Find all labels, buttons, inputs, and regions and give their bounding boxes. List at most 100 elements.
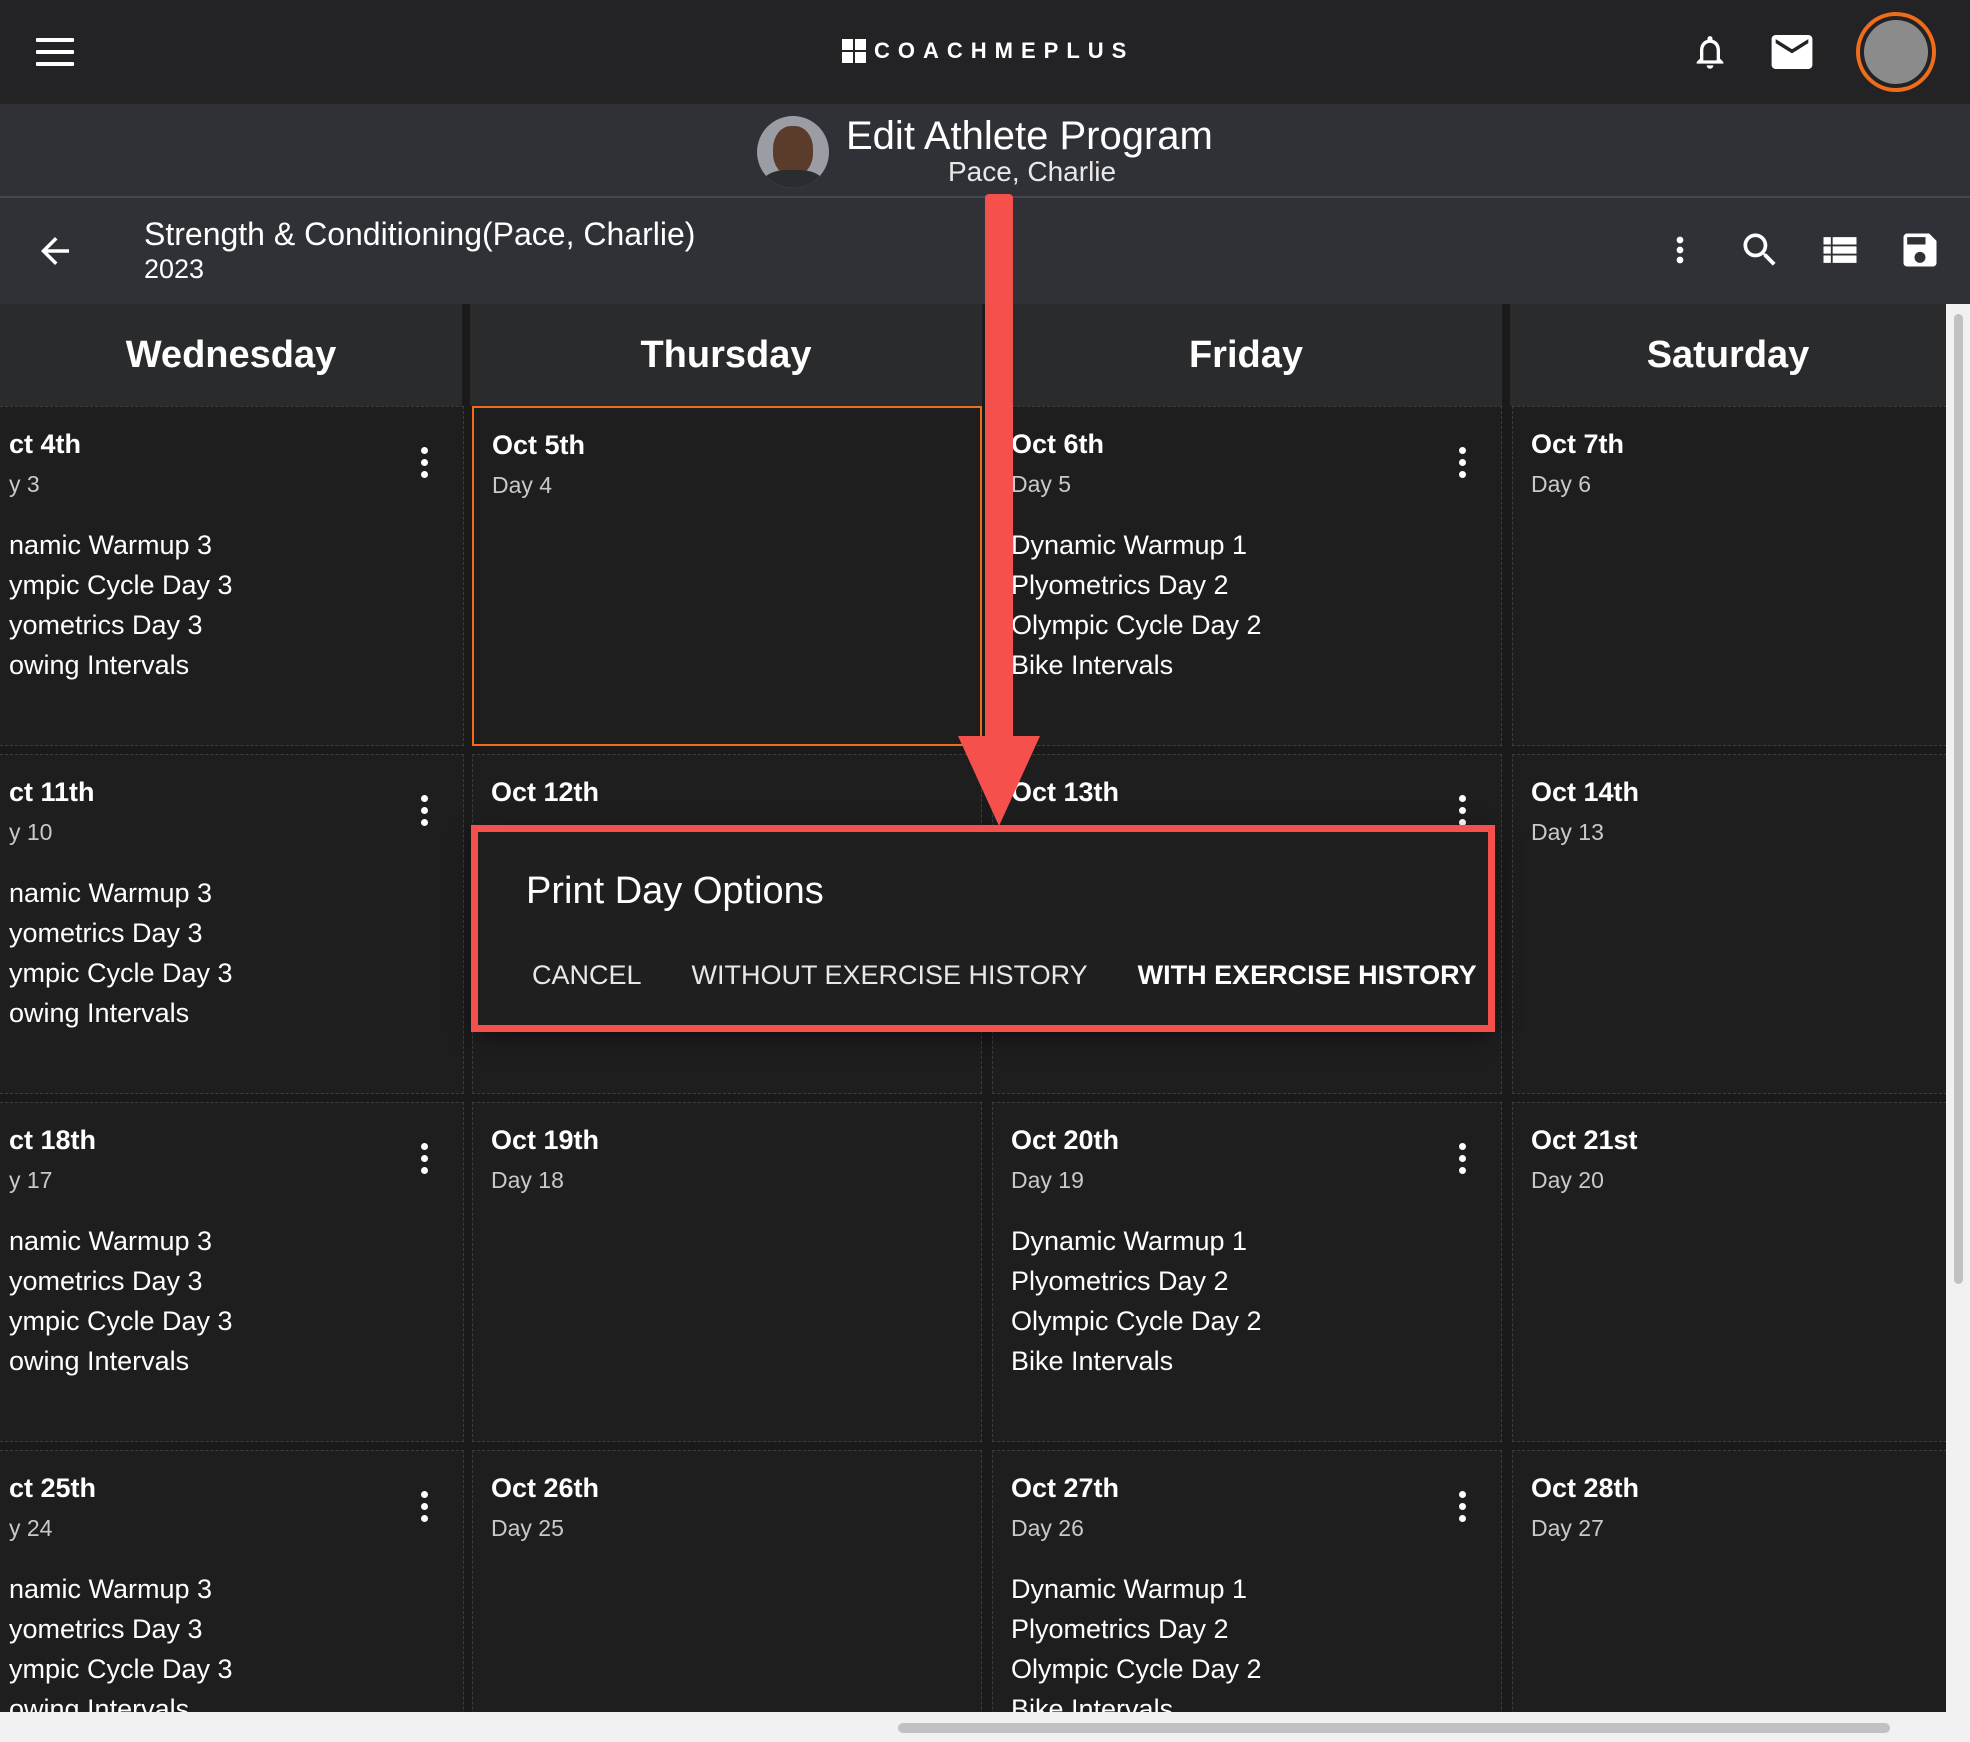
day-number: y 17 (9, 1167, 53, 1193)
day-date: ct 11th (9, 777, 95, 807)
workout-item[interactable]: yometrics Day 3 (9, 1609, 233, 1649)
search-icon[interactable] (1738, 228, 1782, 272)
day-number: Day 27 (1531, 1515, 1604, 1541)
horizontal-scrollbar-thumb[interactable] (898, 1723, 1890, 1733)
workout-item[interactable]: ympic Cycle Day 3 (9, 565, 233, 605)
day-number: Day 25 (491, 1515, 564, 1541)
workout-item[interactable]: yometrics Day 3 (9, 913, 233, 953)
day-date: Oct 27th (1011, 1473, 1120, 1503)
workout-item[interactable]: ympic Cycle Day 3 (9, 953, 233, 993)
day-date: ct 25th (9, 1473, 97, 1503)
logo-mark-icon (842, 39, 866, 63)
day-cell[interactable]: Oct 14th Day 13 (1512, 754, 1946, 1094)
more-vert-icon[interactable] (1457, 1491, 1467, 1525)
workout-item[interactable]: Dynamic Warmup 1 (1011, 1569, 1262, 1609)
day-date: Oct 21st (1531, 1125, 1638, 1155)
day-date: Oct 28th (1531, 1473, 1640, 1503)
more-vert-icon[interactable] (1457, 447, 1467, 481)
athlete-name: Pace, Charlie (948, 156, 1117, 187)
day-cell[interactable]: Oct 27th Day 26 Dynamic Warmup 1 Plyometric… (992, 1450, 1502, 1712)
more-vert-icon[interactable] (419, 1491, 429, 1525)
arrow-left-icon[interactable] (34, 230, 76, 272)
day-cell[interactable]: ct 4th y 3 namic Warmup 3 ympic Cycle Day 3… (0, 406, 464, 746)
workout-item[interactable]: namic Warmup 3 (9, 1569, 233, 1609)
day-date: Oct 26th (491, 1473, 600, 1503)
athlete-photo (757, 116, 829, 188)
workout-item[interactable]: namic Warmup 3 (9, 1221, 233, 1261)
column-header-thursday: Thursday (470, 304, 990, 406)
workout-item[interactable]: owing Intervals (9, 993, 233, 1033)
day-number: y 10 (9, 819, 53, 845)
day-number: Day 4 (492, 472, 553, 498)
top-app-bar: COACHMEPLUS (0, 0, 1970, 104)
workout-item[interactable]: Plyometrics Day 2 (1011, 1261, 1262, 1301)
more-vert-icon[interactable] (419, 1143, 429, 1177)
day-cell[interactable]: ct 25th y 24 namic Warmup 3 yometrics Day 3… (0, 1450, 464, 1712)
menu-icon[interactable] (36, 38, 74, 66)
day-date: Oct 20th (1011, 1125, 1120, 1155)
app-logo[interactable]: COACHMEPLUS (842, 38, 1134, 64)
workout-item[interactable]: ympic Cycle Day 3 (9, 1649, 233, 1689)
more-vert-icon[interactable] (419, 447, 429, 481)
more-vert-icon[interactable] (419, 795, 429, 829)
vertical-scrollbar[interactable] (1946, 304, 1970, 1712)
workout-item[interactable]: owing Intervals (9, 645, 233, 685)
workout-item[interactable]: Dynamic Warmup 1 (1011, 1221, 1262, 1261)
save-icon[interactable] (1898, 228, 1942, 272)
annotation-arrow-shaft (985, 194, 1013, 754)
bell-icon[interactable] (1690, 32, 1730, 72)
workout-item[interactable]: ympic Cycle Day 3 (9, 1301, 233, 1341)
more-vert-icon[interactable] (1457, 795, 1467, 829)
day-cell[interactable]: Oct 7th Day 6 (1512, 406, 1946, 746)
more-vert-icon[interactable] (1658, 228, 1702, 272)
workout-item[interactable]: namic Warmup 3 (9, 525, 233, 565)
workout-item[interactable]: Bike Intervals (1011, 1689, 1262, 1712)
day-date: Oct 6th (1011, 429, 1105, 459)
day-cell[interactable]: Oct 19th Day 18 (472, 1102, 982, 1442)
day-number: Day 26 (1011, 1515, 1084, 1541)
workout-item[interactable]: Plyometrics Day 2 (1011, 1609, 1262, 1649)
workout-list: namic Warmup 3 yometrics Day 3 ympic Cycle… (9, 873, 233, 1033)
day-cell[interactable]: ct 11th y 10 namic Warmup 3 yometrics Day 3… (0, 754, 464, 1094)
annotation-highlight-box (471, 825, 1495, 1032)
workout-item[interactable]: Dynamic Warmup 1 (1011, 525, 1262, 565)
horizontal-scrollbar[interactable] (0, 1712, 1970, 1742)
workout-item[interactable]: Bike Intervals (1011, 1341, 1262, 1381)
day-date: Oct 5th (492, 430, 586, 460)
workout-item[interactable]: owing Intervals (9, 1689, 233, 1712)
day-number: y 3 (9, 471, 40, 497)
day-cell[interactable]: ct 18th y 17 namic Warmup 3 yometrics Day 3… (0, 1102, 464, 1442)
day-number: Day 6 (1531, 471, 1592, 497)
column-header-friday: Friday (990, 304, 1510, 406)
day-cell[interactable]: Oct 26th Day 25 (472, 1450, 982, 1712)
workout-item[interactable]: yometrics Day 3 (9, 605, 233, 645)
workout-item[interactable]: Olympic Cycle Day 2 (1011, 1649, 1262, 1689)
mail-icon[interactable] (1770, 35, 1814, 69)
workout-item[interactable]: Olympic Cycle Day 2 (1011, 1301, 1262, 1341)
page-header: Edit Athlete Program Pace, Charlie (0, 104, 1970, 198)
user-avatar[interactable] (1856, 12, 1936, 92)
workout-list: Dynamic Warmup 1 Plyometrics Day 2 Olympic… (1011, 525, 1262, 685)
day-date: Oct 14th (1531, 777, 1640, 807)
workout-list: namic Warmup 3 yometrics Day 3 ympic Cycle… (9, 1569, 233, 1712)
workout-list: Dynamic Warmup 1 Plyometrics Day 2 Olympic… (1011, 1569, 1262, 1712)
day-cell[interactable]: Oct 28th Day 27 (1512, 1450, 1946, 1712)
more-vert-icon[interactable] (1457, 1143, 1467, 1177)
workout-item[interactable]: yometrics Day 3 (9, 1261, 233, 1301)
workout-item[interactable]: namic Warmup 3 (9, 873, 233, 913)
page-title: Edit Athlete Program (846, 114, 1213, 158)
day-number: Day 20 (1531, 1167, 1604, 1193)
program-name: Strength & Conditioning(Pace, Charlie) (144, 216, 696, 252)
vertical-scrollbar-thumb[interactable] (1954, 314, 1963, 1284)
workout-item[interactable]: owing Intervals (9, 1341, 233, 1381)
workout-item[interactable]: Plyometrics Day 2 (1011, 565, 1262, 605)
day-cell[interactable]: Oct 6th Day 5 Dynamic Warmup 1 Plyometrics … (992, 406, 1502, 746)
day-cell[interactable]: Oct 5th Day 4 (472, 406, 982, 746)
list-view-icon[interactable] (1818, 228, 1862, 272)
day-number: Day 18 (491, 1167, 564, 1193)
workout-item[interactable]: Olympic Cycle Day 2 (1011, 605, 1262, 645)
workout-item[interactable]: Bike Intervals (1011, 645, 1262, 685)
day-cell[interactable]: Oct 21st Day 20 (1512, 1102, 1946, 1442)
column-header-saturday: Saturday (1510, 304, 1946, 406)
day-cell[interactable]: Oct 20th Day 19 Dynamic Warmup 1 Plyometric… (992, 1102, 1502, 1442)
